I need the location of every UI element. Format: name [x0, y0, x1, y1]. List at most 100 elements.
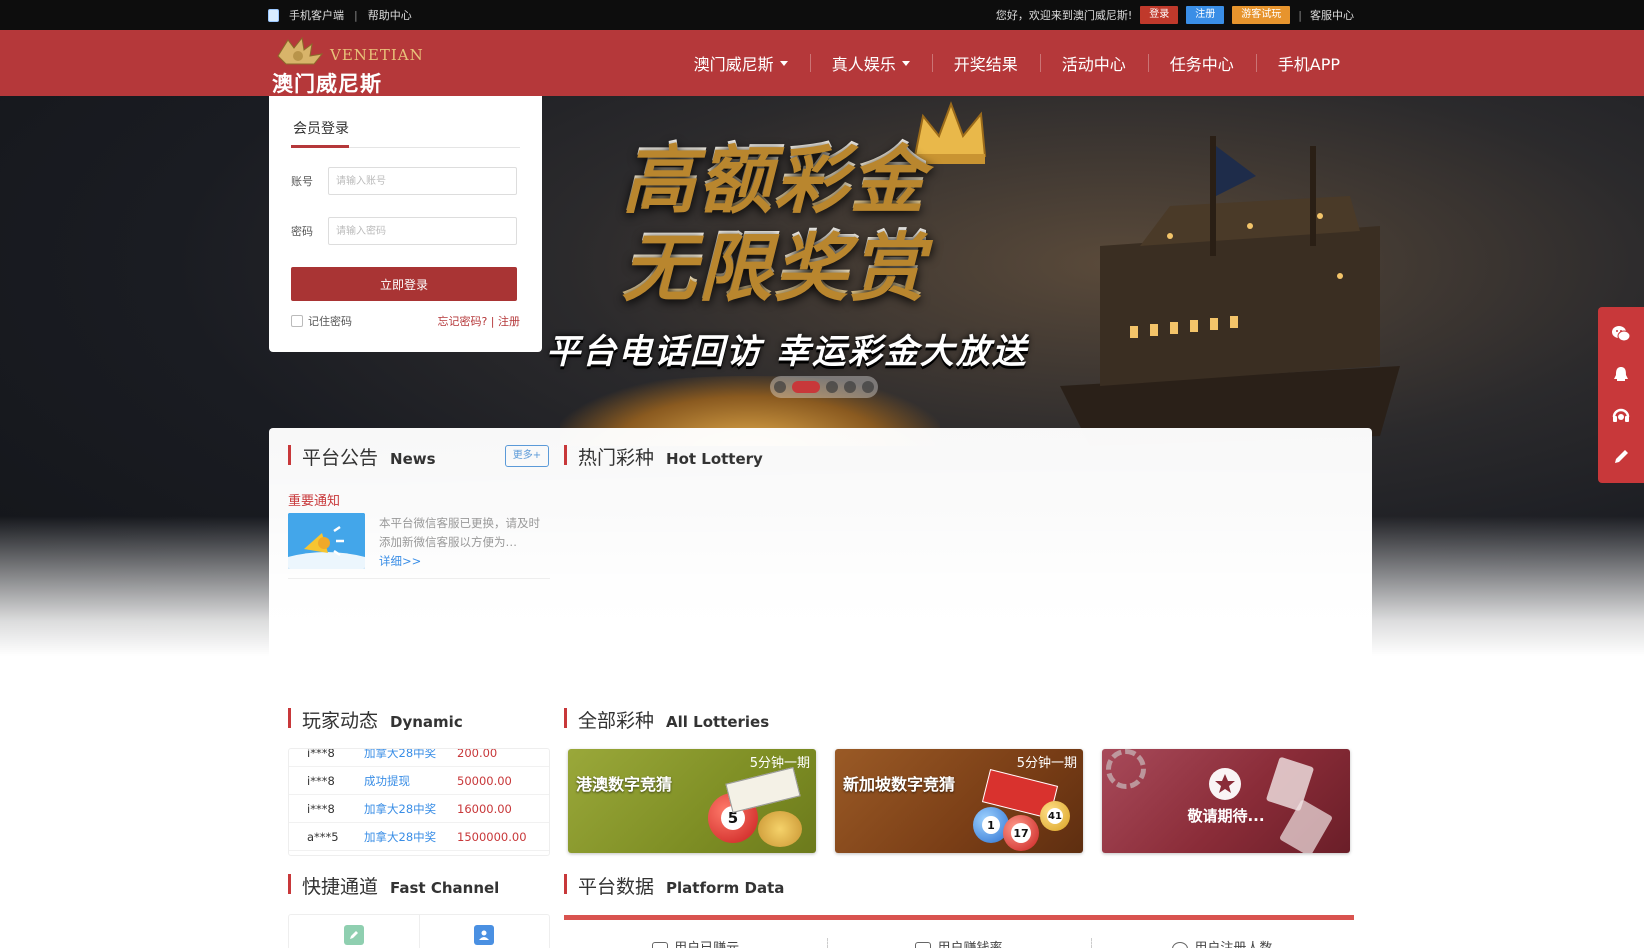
top-bar-right: 您好，欢迎来到澳门威尼斯! 登录 注册 游客试玩 | 客服中心 [996, 0, 1354, 30]
section-title-dynamic: 玩家动态 Dynamic [288, 706, 463, 733]
dynamic-action: 加拿大28中奖 [364, 829, 437, 844]
remember-checkbox[interactable] [291, 315, 303, 327]
dynamic-amount: 50000.00 [457, 773, 512, 788]
nav-item-activities[interactable]: 活动中心 [1039, 51, 1148, 75]
section-title-cn: 全部彩种 [578, 710, 655, 732]
news-more-button[interactable]: 更多+ [505, 445, 549, 467]
forgot-password-link[interactable]: 忘记密码? [437, 315, 487, 328]
site-logo[interactable]: VENETIAN 澳门威尼斯 [270, 32, 423, 96]
lottery-card-coming-soon[interactable]: 敬请期待... [1102, 749, 1350, 853]
fast-channel-item[interactable] [418, 915, 550, 948]
section-title-cn: 平台数据 [578, 876, 655, 898]
fast-channel-grid [288, 914, 550, 948]
carousel-dot[interactable] [826, 381, 838, 393]
mobile-client-link[interactable]: 手机客户端 [289, 7, 344, 23]
welcome-text: 您好，欢迎来到澳门威尼斯! [995, 9, 1133, 22]
section-title-en: Hot Lottery [666, 450, 763, 468]
notice-item[interactable]: 本平台微信客服已更换，请及时添加新微信客服以方便为… 详细>> [288, 513, 550, 579]
customer-service-icon[interactable] [1610, 405, 1632, 427]
lottery-card-singapore[interactable]: 5分钟一期 新加坡数字竞猜 1 17 41 [835, 749, 1083, 853]
member-login-box: 会员登录 账号 密码 立即登录 记住密码 忘记密码? | 注册 [269, 96, 542, 352]
card-period: 5分钟一期 [749, 756, 810, 771]
customer-service-link[interactable]: 客服中心 [1310, 7, 1354, 23]
list-item: a***5 加拿大28中奖 1500000.00 [289, 823, 549, 851]
section-title-fast-channel: 快捷通道 Fast Channel [288, 872, 499, 899]
lottery-ball-icon: 41 [1040, 801, 1070, 831]
login-footer: 记住密码 忘记密码? | 注册 [291, 313, 520, 329]
top-bar-left: 手机客户端 | 帮助中心 [268, 0, 412, 30]
account-row: 账号 [291, 167, 520, 195]
separator: | [354, 8, 358, 22]
carousel-dot-active[interactable] [792, 381, 820, 393]
lottery-ticket-icon [725, 766, 801, 814]
dynamic-user: a***5 [307, 829, 339, 844]
platform-data-item: 用户注册人数 [1090, 920, 1354, 948]
money-icon [652, 942, 669, 948]
card-title: 敬请期待... [1187, 807, 1265, 825]
lottery-card-gangao[interactable]: 5分钟一期 港澳数字竞猜 5 [568, 749, 816, 853]
list-item: i***8 加拿大28中奖 16000.00 [289, 795, 549, 823]
platform-data-label: 用户已赚元 [674, 937, 739, 948]
login-links: 忘记密码? | 注册 [437, 313, 520, 329]
password-input[interactable] [328, 217, 517, 245]
register-link[interactable]: | 注册 [491, 315, 520, 328]
nav-item-tasks[interactable]: 任务中心 [1147, 51, 1256, 75]
wechat-icon[interactable] [1610, 323, 1632, 345]
section-title-cn: 平台公告 [302, 447, 379, 469]
users-icon [1172, 942, 1189, 948]
platform-data-label: 用户赚钱率 [937, 937, 1002, 948]
nav-item-live-casino[interactable]: 真人娱乐 [809, 51, 932, 75]
dynamic-user: i***8 [307, 773, 335, 788]
nav-item-draw-results[interactable]: 开奖结果 [931, 51, 1040, 75]
account-input[interactable] [328, 167, 517, 195]
notice-body: 本平台微信客服已更换，请及时添加新微信客服以方便为… [379, 516, 540, 549]
main-nav: 澳门威尼斯 真人娱乐 开奖结果 活动中心 任务中心 手机APP [672, 30, 1362, 96]
register-button[interactable]: 注册 [1186, 6, 1225, 24]
section-title-hot-lottery: 热门彩种 Hot Lottery [564, 443, 763, 470]
help-center-link[interactable]: 帮助中心 [368, 7, 412, 23]
section-title-en: Dynamic [390, 713, 463, 731]
megaphone-icon [288, 513, 365, 569]
star-icon [1209, 768, 1241, 800]
logo-english: VENETIAN [330, 46, 424, 64]
guest-trial-button[interactable]: 游客试玩 [1232, 6, 1291, 24]
notice-text: 本平台微信客服已更换，请及时添加新微信客服以方便为… 详细>> [379, 514, 549, 571]
player-dynamics-list: i***8 加拿大28中奖 200.00 i***8 成功提现 50000.00… [288, 748, 550, 856]
carousel-dot[interactable] [774, 381, 786, 393]
section-title-news: 平台公告 News [288, 443, 436, 470]
carousel-dot[interactable] [862, 381, 874, 393]
edit-icon[interactable] [1610, 446, 1632, 468]
user-card-icon [474, 925, 495, 945]
coins-icon [758, 811, 802, 847]
section-title-cn: 玩家动态 [302, 710, 379, 732]
login-button[interactable]: 登录 [1140, 6, 1179, 24]
banner-line-1: 高额彩金 [622, 135, 926, 221]
caret-down-icon [901, 60, 910, 66]
fast-channel-item[interactable] [289, 915, 419, 948]
account-label: 账号 [291, 175, 313, 188]
remember-password[interactable]: 记住密码 [291, 313, 352, 329]
remember-label: 记住密码 [308, 315, 352, 328]
section-title-en: Fast Channel [390, 879, 500, 897]
platform-data-label: 用户注册人数 [1194, 937, 1272, 948]
top-bar: 手机客户端 | 帮助中心 您好，欢迎来到澳门威尼斯! 登录 注册 游客试玩 | … [0, 0, 1644, 30]
dynamic-action: 加拿大28中奖 [364, 801, 437, 816]
pencil-icon [343, 925, 364, 945]
nav-label: 活动中心 [1061, 55, 1126, 74]
notice-detail-link[interactable]: 详细>> [379, 554, 421, 568]
nav-label: 任务中心 [1169, 55, 1234, 74]
pirate-ship-image [1060, 136, 1400, 446]
login-submit-button[interactable]: 立即登录 [291, 267, 517, 301]
section-title-en: News [390, 450, 436, 468]
list-item: i***8 加拿大28中奖 200.00 [289, 749, 549, 767]
section-title-cn: 热门彩种 [578, 447, 655, 469]
card-title: 港澳数字竞猜 [576, 775, 673, 794]
nav-item-venetian[interactable]: 澳门威尼斯 [672, 51, 810, 75]
nav-item-mobile-app[interactable]: 手机APP [1255, 51, 1362, 75]
qq-icon[interactable] [1610, 364, 1632, 386]
nav-label: 真人娱乐 [831, 55, 896, 74]
banner-line-2: 无限奖赏 [622, 223, 926, 309]
carousel-dot[interactable] [844, 381, 856, 393]
dynamic-user: i***8 [307, 801, 335, 816]
logo-chinese: 澳门威尼斯 [272, 72, 382, 96]
